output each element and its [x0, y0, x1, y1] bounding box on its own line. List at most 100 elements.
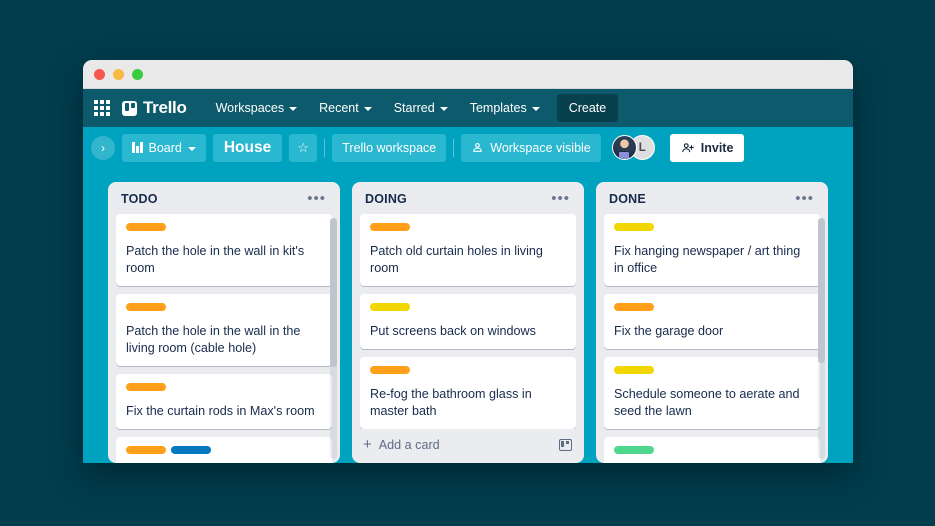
invite-label: Invite	[700, 140, 734, 155]
card-labels	[370, 303, 567, 323]
card-label-yellow[interactable]	[614, 366, 654, 374]
card-labels	[370, 223, 567, 243]
invite-button[interactable]: Invite	[669, 133, 745, 162]
visibility-button[interactable]: Workspace visible	[461, 133, 601, 162]
card-label-orange[interactable]	[370, 223, 410, 231]
card-title: Patch the hole in the wall in the living…	[126, 324, 301, 355]
create-button[interactable]: Create	[556, 94, 619, 122]
chevron-down-icon	[187, 146, 196, 151]
card-labels	[614, 303, 811, 323]
card[interactable]: Schedule someone to aerate and seed the …	[604, 357, 820, 429]
card-title: Schedule someone to aerate and seed the …	[614, 387, 800, 418]
card[interactable]: Fix hanging newspaper / art thing in off…	[604, 214, 820, 286]
board-members: L	[611, 135, 655, 160]
list-todo: TODO ••• Patch the hole in the wall in kit…	[108, 182, 340, 463]
card-label-orange[interactable]	[126, 446, 166, 454]
nav-item-label: Recent	[319, 101, 359, 115]
scrollbar-thumb[interactable]	[330, 218, 337, 368]
card-title: Fix hanging newspaper / art thing in off…	[614, 244, 801, 275]
nav-item-workspaces[interactable]: Workspaces	[207, 95, 307, 121]
add-card-button[interactable]: + Add a card	[352, 429, 584, 463]
trello-top-nav: Trello Workspaces Recent Starred Templat…	[83, 89, 853, 127]
board-view-label: Board	[148, 140, 182, 155]
card[interactable]: Patch old curtain holes in living room	[360, 214, 576, 286]
list-header: DOING •••	[352, 182, 584, 214]
chevron-down-icon	[289, 107, 298, 111]
add-card-left: + Add a card	[363, 437, 440, 452]
trello-logo[interactable]: Trello	[122, 98, 187, 118]
card-list: Patch the hole in the wall in kit's room…	[108, 214, 340, 463]
list-scrollbar[interactable]	[330, 218, 337, 459]
card[interactable]: Patch the hole in the wall in kit's room	[116, 214, 332, 286]
board-canvas: TODO ••• Patch the hole in the wall in kit…	[83, 168, 853, 463]
list-header: TODO •••	[108, 182, 340, 214]
close-window-button[interactable]	[94, 68, 105, 80]
trello-wordmark: Trello	[143, 98, 187, 117]
nav-item-label: Templates	[469, 101, 527, 115]
card-title: Patch the hole in the wall in kit's room	[126, 244, 305, 275]
card-label-orange[interactable]	[126, 303, 166, 311]
card-label-orange[interactable]	[370, 366, 410, 374]
card-labels	[614, 446, 811, 463]
list-header: DONE •••	[596, 182, 828, 214]
card-label-blue[interactable]	[171, 446, 211, 454]
scrollbar-thumb[interactable]	[818, 218, 825, 363]
card[interactable]: Fix the garage door	[604, 294, 820, 349]
chevron-down-icon	[439, 107, 448, 111]
card[interactable]: Find a picture for the frames in the liv…	[604, 437, 820, 463]
card-labels	[370, 366, 567, 386]
card-label-yellow[interactable]	[370, 303, 410, 311]
window-titlebar	[83, 60, 853, 89]
card-title: Patch old curtain holes in living room	[370, 244, 543, 275]
list-doing: DOING ••• Patch old curtain holes in livin…	[352, 182, 584, 463]
card[interactable]: Replace back door (add screen door too)	[116, 437, 332, 463]
card-label-green[interactable]	[614, 446, 654, 454]
board-header-bar: › Board House ☆ Trello workspace Workspa…	[83, 127, 853, 168]
list-menu-icon[interactable]: •••	[792, 191, 817, 206]
list-menu-icon[interactable]: •••	[304, 191, 329, 206]
list-title[interactable]: DONE	[609, 192, 646, 206]
list-title[interactable]: DOING	[365, 192, 407, 206]
card-labels	[126, 223, 323, 243]
card-labels	[126, 446, 323, 463]
maximize-window-button[interactable]	[132, 68, 143, 80]
card-list: Fix hanging newspaper / art thing in off…	[596, 214, 828, 463]
board-view-switcher[interactable]: Board	[122, 133, 206, 162]
card[interactable]: Fix the curtain rods in Max's room	[116, 374, 332, 429]
card-title: Fix the curtain rods in Max's room	[126, 404, 315, 418]
board-title[interactable]: House	[212, 133, 283, 162]
board-view-icon	[132, 142, 143, 153]
divider	[324, 138, 326, 157]
list-menu-icon[interactable]: •••	[548, 191, 573, 206]
card-labels	[614, 366, 811, 386]
card-label-orange[interactable]	[126, 383, 166, 391]
chevron-down-icon	[531, 107, 540, 111]
list-done: DONE ••• Fix hanging newspaper / art thing…	[596, 182, 828, 463]
card-labels	[126, 303, 323, 323]
card-labels	[126, 383, 323, 403]
minimize-window-button[interactable]	[113, 68, 124, 80]
nav-item-recent[interactable]: Recent	[310, 95, 381, 121]
visibility-label: Workspace visible	[490, 140, 591, 155]
list-scrollbar[interactable]	[818, 218, 825, 459]
card-label-orange[interactable]	[614, 303, 654, 311]
avatar-badge	[619, 152, 630, 159]
card[interactable]: Re-fog the bathroom glass in master bath	[360, 357, 576, 429]
workspace-name-button[interactable]: Trello workspace	[332, 133, 447, 162]
nav-item-label: Starred	[393, 101, 435, 115]
card-template-icon[interactable]	[559, 439, 572, 451]
card-label-yellow[interactable]	[614, 223, 654, 231]
avatar[interactable]	[611, 135, 637, 160]
card-title: Put screens back on windows	[370, 324, 536, 338]
card[interactable]: Patch the hole in the wall in the living…	[116, 294, 332, 366]
card-label-orange[interactable]	[126, 223, 166, 231]
card[interactable]: Put screens back on windows	[360, 294, 576, 349]
chevron-down-icon	[363, 107, 372, 111]
sidebar-toggle-button[interactable]: ›	[91, 135, 115, 160]
list-title[interactable]: TODO	[121, 192, 158, 206]
card-title: Fix the garage door	[614, 324, 724, 338]
apps-grid-icon[interactable]	[94, 100, 110, 116]
nav-item-templates[interactable]: Templates	[461, 95, 549, 121]
nav-item-starred[interactable]: Starred	[385, 95, 457, 121]
star-outline-icon[interactable]: ☆	[289, 133, 318, 162]
